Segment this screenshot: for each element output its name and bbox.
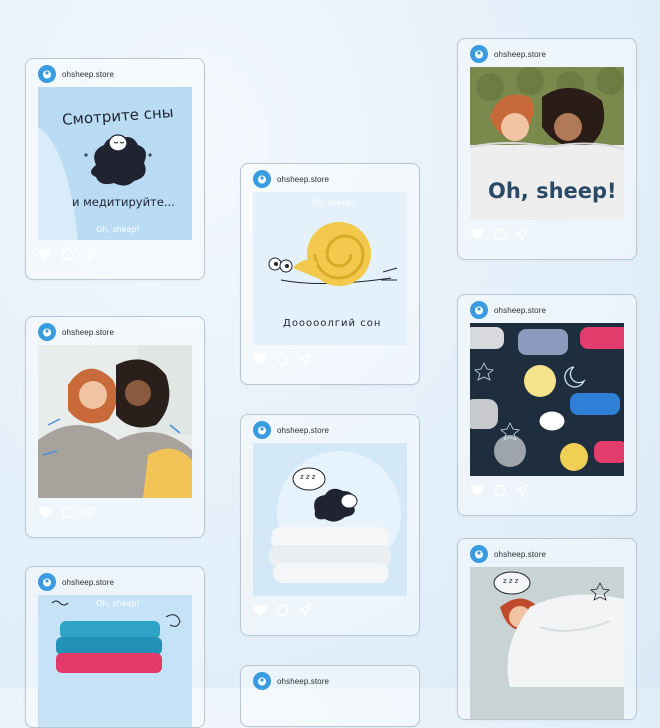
send-icon[interactable]: [83, 505, 96, 519]
sheep-illustration: [84, 134, 152, 186]
username[interactable]: ohsheep.store: [62, 70, 114, 79]
sheep-logo-icon[interactable]: [470, 45, 488, 63]
send-icon[interactable]: [515, 483, 528, 497]
heart-icon[interactable]: [38, 248, 52, 261]
brand-text: Oh, sheep!: [488, 179, 617, 203]
username[interactable]: ohsheep.store: [277, 426, 329, 435]
username[interactable]: ohsheep.store: [62, 578, 114, 587]
comment-icon[interactable]: [61, 506, 74, 519]
post-header: ohsheep.store: [458, 41, 636, 67]
post-header: ohsheep.store: [26, 61, 204, 87]
post-card: ohsheep.store: [457, 294, 637, 516]
sheep-logo-icon[interactable]: [38, 65, 56, 83]
sheep-logo-icon[interactable]: [470, 545, 488, 563]
sleep-text: z z z: [300, 473, 316, 481]
username[interactable]: ohsheep.store: [277, 677, 329, 686]
post-actions: [241, 348, 419, 370]
heart-icon[interactable]: [253, 604, 267, 617]
sheep-logo-icon[interactable]: [38, 573, 56, 591]
post-header: ohsheep.store: [241, 166, 419, 192]
post-actions: [458, 479, 636, 501]
post-actions: [26, 501, 204, 523]
heart-icon[interactable]: [470, 228, 484, 241]
heart-icon[interactable]: [38, 506, 52, 519]
sheep-logo-icon[interactable]: [38, 323, 56, 341]
username[interactable]: ohsheep.store: [62, 328, 114, 337]
post-image[interactable]: z z z: [470, 567, 624, 719]
send-icon[interactable]: [83, 247, 96, 261]
post-image[interactable]: Oh, sheep!: [470, 67, 624, 220]
username[interactable]: ohsheep.store: [277, 175, 329, 184]
post-header: ohsheep.store: [26, 319, 204, 345]
send-icon[interactable]: [298, 603, 311, 617]
post-header: ohsheep.store: [26, 569, 204, 595]
sheep-pillow-illustration: [269, 451, 401, 583]
sheep-logo-icon[interactable]: [253, 421, 271, 439]
comment-icon[interactable]: [276, 353, 289, 366]
comment-icon[interactable]: [276, 604, 289, 617]
post-actions: [241, 599, 419, 621]
username[interactable]: ohsheep.store: [494, 306, 546, 315]
watermark-text: Oh, sheep!: [96, 225, 140, 234]
post-card: ohsheep.store: [240, 665, 420, 727]
post-header: ohsheep.store: [458, 541, 636, 567]
post-card: ohsheep.store z z z: [240, 414, 420, 636]
username[interactable]: ohsheep.store: [494, 50, 546, 59]
image-caption: Дooooолгий сон: [283, 318, 382, 329]
post-card: ohsheep.store Oh, sheep!: [457, 38, 637, 260]
post-image[interactable]: Oh, sheep!: [38, 595, 192, 727]
sheep-logo-icon[interactable]: [470, 301, 488, 319]
post-image[interactable]: z z z: [253, 443, 407, 596]
blanket-rolls-illustration: [470, 323, 624, 476]
heart-icon[interactable]: [253, 353, 267, 366]
comment-icon[interactable]: [493, 484, 506, 497]
post-card: ohsheep.store: [25, 316, 205, 538]
post-header: ohsheep.store: [458, 297, 636, 323]
comment-icon[interactable]: [61, 248, 74, 261]
post-image[interactable]: [38, 345, 192, 498]
sheep-logo-icon[interactable]: [253, 672, 271, 690]
post-header: ohsheep.store: [241, 417, 419, 443]
send-icon[interactable]: [298, 352, 311, 366]
post-header: ohsheep.store: [241, 668, 419, 694]
post-actions: [458, 223, 636, 245]
post-card: ohsheep.store z z z: [457, 538, 637, 720]
post-card: ohsheep.store Oh, sheep! Дooooолгий сон: [240, 163, 420, 385]
post-image[interactable]: [470, 323, 624, 476]
username[interactable]: ohsheep.store: [494, 550, 546, 559]
comment-icon[interactable]: [493, 228, 506, 241]
post-card: ohsheep.store Смотрите сны и медитируйте…: [25, 58, 205, 280]
send-icon[interactable]: [515, 227, 528, 241]
post-actions: [26, 243, 204, 265]
heart-icon[interactable]: [470, 484, 484, 497]
post-card: ohsheep.store Oh, sheep!: [25, 566, 205, 728]
post-image[interactable]: Смотрите сны и медитируйте... Oh, sheep!: [38, 87, 192, 240]
sleep-text: z z z: [503, 577, 519, 585]
post-image[interactable]: Oh, sheep! Дooooолгий сон: [253, 192, 407, 345]
image-text-line2: и медитируйте...: [72, 195, 175, 209]
sheep-logo-icon[interactable]: [253, 170, 271, 188]
